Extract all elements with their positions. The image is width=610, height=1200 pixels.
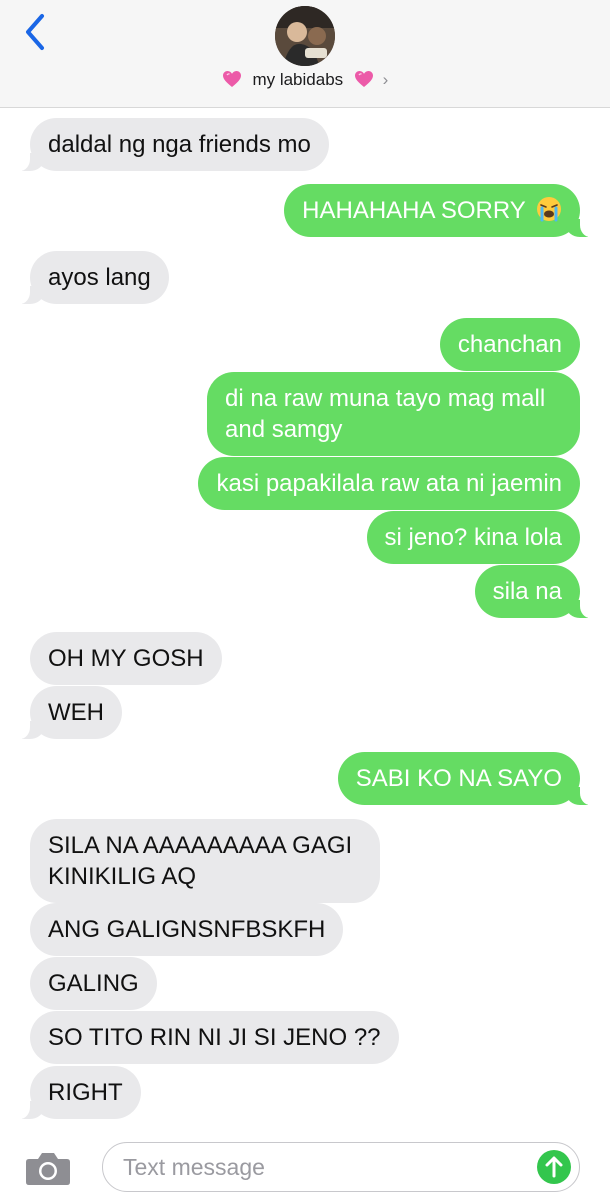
sent-message[interactable]: sila na	[474, 565, 593, 618]
received-message[interactable]: OH MY GOSH	[30, 632, 222, 685]
camera-icon[interactable]	[25, 1150, 71, 1186]
send-button[interactable]	[537, 1150, 571, 1184]
received-message[interactable]: SO TITO RIN NI JI SI JENO ??	[30, 1011, 399, 1064]
sent-message[interactable]: di na raw muna tayo mag mall and samgy	[207, 372, 580, 456]
contact-name-row[interactable]: my labidabs ›	[0, 70, 610, 90]
message-input[interactable]	[123, 1151, 523, 1183]
message-input-container[interactable]	[102, 1142, 580, 1192]
received-message[interactable]: daldal ng nga friends mo	[18, 118, 329, 171]
contact-name: my labidabs	[252, 70, 344, 89]
sent-message[interactable]: HAHAHAHA SORRY	[284, 184, 592, 237]
avatar[interactable]	[275, 6, 335, 66]
received-message[interactable]: RIGHT	[18, 1066, 141, 1119]
received-message[interactable]: ANG GALIGNSNFBSKFH	[30, 903, 344, 956]
sent-message[interactable]: si jeno? kina lola	[366, 511, 580, 564]
received-message[interactable]: SILA NA AAAAAAAAA GAGI KINIKILIG AQ	[30, 819, 380, 903]
sent-message[interactable]: kasi papakilala raw ata ni jaemin	[198, 457, 580, 510]
received-message[interactable]: ayos lang	[18, 251, 169, 304]
conversation-header: my labidabs ›	[0, 0, 610, 108]
received-message[interactable]: WEH	[18, 686, 122, 739]
loudly-crying-face-icon	[537, 197, 561, 222]
send-arrow-icon	[545, 1156, 563, 1178]
back-chevron-icon[interactable]	[20, 12, 50, 52]
sent-message[interactable]: SABI KO NA SAYO	[337, 752, 593, 805]
chevron-right-icon: ›	[382, 70, 389, 89]
pink-heart-icon	[222, 71, 241, 87]
sent-message[interactable]: chanchan	[439, 318, 580, 371]
pink-heart-icon	[354, 71, 373, 87]
received-message[interactable]: GALING	[30, 957, 157, 1010]
